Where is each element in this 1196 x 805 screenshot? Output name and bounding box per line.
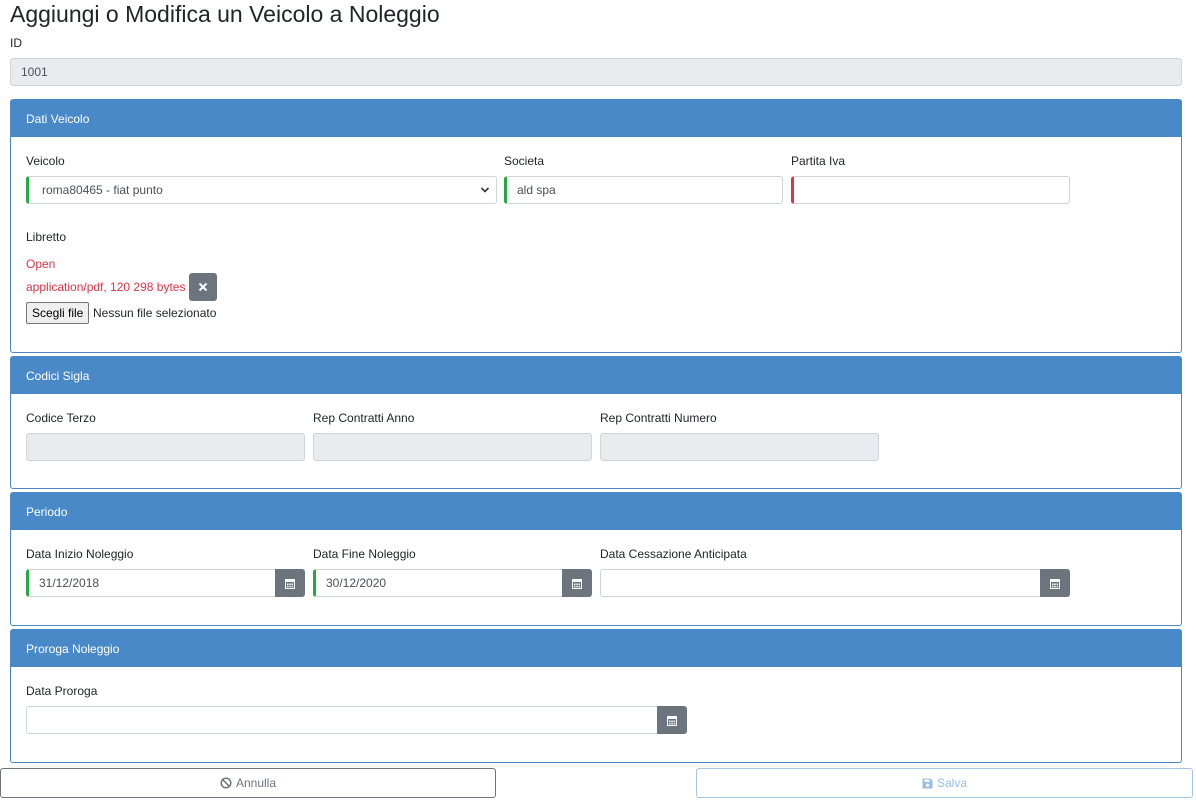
libretto-open-link[interactable]: Open [26, 257, 55, 271]
dati-veicolo-panel: Dati Veicolo Veicolo roma80465 - fiat pu… [10, 99, 1182, 353]
periodo-panel: Periodo Data Inizio Noleggio 31/12/2018 … [10, 492, 1182, 626]
codice-terzo-field [26, 433, 305, 461]
ban-icon [220, 777, 232, 789]
data-inizio-field[interactable]: 31/12/2018 [26, 569, 276, 597]
rep-contratti-numero-label: Rep Contratti Numero [600, 411, 717, 425]
partita-iva-field[interactable] [791, 176, 1070, 204]
save-button-label: Salva [936, 776, 968, 790]
rep-contratti-anno-label: Rep Contratti Anno [313, 411, 415, 425]
calendar-icon [667, 715, 677, 726]
partita-iva-label: Partita Iva [791, 154, 846, 168]
data-cessazione-label: Data Cessazione Anticipata [600, 547, 747, 561]
choose-file-button[interactable]: Scegli file [26, 302, 90, 324]
data-inizio-label: Data Inizio Noleggio [26, 547, 134, 561]
veicolo-select[interactable]: roma80465 - fiat punto [26, 176, 497, 204]
societa-field[interactable]: ald spa [504, 176, 783, 204]
id-label: ID [10, 36, 22, 50]
data-proroga-calendar-button[interactable] [657, 706, 687, 734]
cancel-button[interactable]: Annulla [0, 768, 496, 798]
data-fine-calendar-button[interactable] [562, 569, 592, 597]
rep-contratti-numero-field [600, 433, 879, 461]
calendar-icon [285, 578, 295, 589]
no-file-text: Nessun file selezionato [93, 306, 217, 320]
cancel-button-label: Annulla [235, 776, 277, 790]
proroga-panel: Proroga Noleggio Data Proroga [10, 629, 1182, 763]
data-fine-field[interactable]: 30/12/2020 [313, 569, 563, 597]
rep-contratti-anno-field [313, 433, 592, 461]
id-field: 1001 [10, 58, 1182, 86]
codice-terzo-label: Codice Terzo [26, 411, 96, 425]
data-proroga-field[interactable] [26, 706, 658, 734]
calendar-icon [572, 578, 582, 589]
libretto-file-info: application/pdf, 120 298 bytes [26, 280, 186, 294]
page-title: Aggiungi o Modifica un Veicolo a Noleggi… [10, 1, 440, 27]
floppy-disk-icon [922, 778, 933, 788]
chevron-down-icon [480, 187, 490, 193]
remove-file-button[interactable] [189, 273, 217, 301]
libretto-label: Libretto [26, 230, 67, 244]
proroga-header: Proroga Noleggio [11, 630, 1181, 667]
veicolo-select-value: roma80465 - fiat punto [42, 183, 163, 197]
data-proroga-label: Data Proroga [26, 684, 98, 698]
close-icon [198, 282, 208, 292]
data-cessazione-calendar-button[interactable] [1040, 569, 1070, 597]
data-inizio-calendar-button[interactable] [275, 569, 305, 597]
data-cessazione-field[interactable] [600, 569, 1041, 597]
societa-label: Societa [504, 154, 545, 168]
dati-veicolo-header: Dati Veicolo [11, 100, 1181, 137]
codici-sigla-header: Codici Sigla [11, 357, 1181, 394]
data-fine-label: Data Fine Noleggio [313, 547, 416, 561]
calendar-icon [1050, 578, 1060, 589]
veicolo-label: Veicolo [26, 154, 65, 168]
codici-sigla-panel: Codici Sigla Codice Terzo Rep Contratti … [10, 356, 1182, 489]
periodo-header: Periodo [11, 493, 1181, 530]
save-button[interactable]: Salva [696, 768, 1193, 798]
